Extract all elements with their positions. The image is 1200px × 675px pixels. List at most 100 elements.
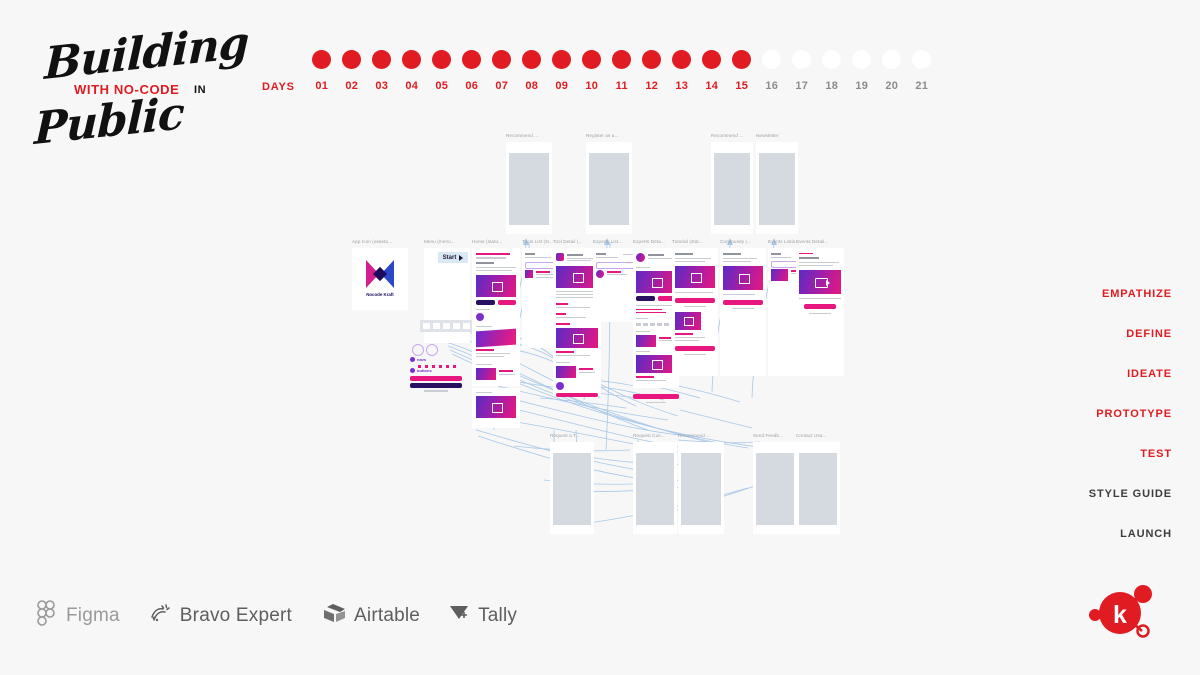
- day-item-02[interactable]: 02: [337, 48, 367, 92]
- tool-label: Figma: [66, 604, 120, 626]
- day-item-06[interactable]: 06: [457, 48, 487, 92]
- day-item-05[interactable]: 05: [427, 48, 457, 92]
- play-icon: [459, 254, 464, 261]
- day-item-13[interactable]: 13: [667, 48, 697, 92]
- brand-logo-line2: Public: [33, 87, 185, 156]
- canvas-frame-community: Community (...: [720, 239, 766, 376]
- tally-icon: [448, 602, 470, 629]
- day-number: 05: [435, 80, 449, 92]
- day-item-15[interactable]: 15: [727, 48, 757, 92]
- tool-tally[interactable]: Tally: [448, 602, 517, 629]
- day-item-20[interactable]: 20: [877, 48, 907, 92]
- day-item-16[interactable]: 16: [757, 48, 787, 92]
- day-item-09[interactable]: 09: [547, 48, 577, 92]
- day-item-11[interactable]: 11: [607, 48, 637, 92]
- day-item-18[interactable]: 18: [817, 48, 847, 92]
- day-number: 10: [585, 80, 599, 92]
- frame-label: Tool Detail (...: [553, 239, 583, 244]
- day-dot: [402, 50, 422, 69]
- day-item-04[interactable]: 04: [397, 48, 427, 92]
- tool-label: Bravo Expert: [179, 604, 293, 626]
- frame-label: Experts List...: [593, 239, 623, 244]
- day-dot: [672, 50, 692, 69]
- tool-label: Tally: [478, 604, 518, 626]
- day-item-10[interactable]: 10: [577, 48, 607, 92]
- day-number: 09: [555, 80, 569, 92]
- start-button-label[interactable]: Start: [443, 255, 457, 261]
- phase-item-test[interactable]: TEST: [1022, 448, 1172, 460]
- tool-airtable[interactable]: Airtable: [320, 602, 420, 629]
- phase-item-empathize[interactable]: EMPATHIZE: [1022, 288, 1172, 300]
- day-number: 13: [675, 80, 689, 92]
- frame-label: Community (...: [720, 239, 752, 244]
- day-dot: [762, 50, 782, 69]
- day-number: 20: [885, 80, 899, 92]
- component-swatches: navs buttons: [408, 344, 466, 394]
- brand-logo-line1: Building: [43, 17, 250, 90]
- day-item-17[interactable]: 17: [787, 48, 817, 92]
- design-canvas-screenshot: Recommend ... Register as a... Recommend…: [348, 130, 848, 540]
- canvas-frame-bottom: Recommend ...: [678, 433, 724, 534]
- kraft-logo: k: [1086, 581, 1158, 643]
- canvas-frame-home-cont: [472, 388, 520, 428]
- day-item-07[interactable]: 07: [487, 48, 517, 92]
- day-number: 11: [615, 80, 628, 92]
- day-item-08[interactable]: 08: [517, 48, 547, 92]
- phase-item-ideate[interactable]: IDEATE: [1022, 368, 1172, 380]
- day-item-21[interactable]: 21: [907, 48, 937, 92]
- figma-icon: [34, 600, 58, 631]
- day-number: 17: [795, 80, 809, 92]
- canvas-frame-top: Register as a...: [586, 133, 632, 234]
- frame-label: Contact Usa...: [796, 433, 827, 438]
- canvas-frame-bottom: Contact Usa...: [796, 433, 840, 534]
- canvas-frame-top: Recommend ...: [506, 133, 552, 234]
- day-dot: [732, 50, 752, 69]
- day-item-14[interactable]: 14: [697, 48, 727, 92]
- day-number: 01: [315, 80, 329, 92]
- canvas-frame-experts-list: Experts List...: [593, 239, 637, 322]
- frame-label: Experts Deta...: [633, 239, 665, 244]
- canvas-frame-events-detail: Events Detail...: [796, 239, 844, 376]
- day-dot: [852, 50, 872, 69]
- phase-item-style-guide[interactable]: STYLE GUIDE: [1022, 488, 1172, 500]
- day-dot: [342, 50, 362, 69]
- day-number: 03: [375, 80, 389, 92]
- canvas-frame-bottom: Request Cus...: [633, 433, 677, 534]
- phase-item-define[interactable]: DEFINE: [1022, 328, 1172, 340]
- day-dot: [882, 50, 902, 69]
- day-dot: [462, 50, 482, 69]
- day-item-01[interactable]: 01: [307, 48, 337, 92]
- day-dot: [822, 50, 842, 69]
- day-item-03[interactable]: 03: [367, 48, 397, 92]
- frame-label: Events Detail...: [796, 239, 829, 244]
- cta-button: [633, 394, 679, 399]
- day-number: 06: [465, 80, 479, 92]
- day-dot: [612, 50, 632, 69]
- frame-label: Request a T...: [550, 433, 580, 438]
- day-number: 19: [855, 80, 869, 92]
- phase-item-prototype[interactable]: PROTOTYPE: [1022, 408, 1172, 420]
- frame-label: Recommend ...: [711, 133, 744, 138]
- tools-footer: Figma Bravo Expert Airtable Tally: [34, 600, 517, 631]
- day-item-19[interactable]: 19: [847, 48, 877, 92]
- day-dot: [522, 50, 542, 69]
- day-dot: [792, 50, 812, 69]
- day-dot: [492, 50, 512, 69]
- bravo-icon: [148, 601, 172, 630]
- day-dot: [432, 50, 452, 69]
- canvas-frame-top: Recommend ...: [711, 133, 753, 234]
- tool-bravo-expert[interactable]: Bravo Expert: [148, 601, 292, 630]
- day-item-12[interactable]: 12: [637, 48, 667, 92]
- day-number: 04: [405, 80, 419, 92]
- canvas-frame-app-icon: App Icon (asseta... Nocode Kraft: [352, 239, 408, 310]
- canvas-frame-bottom: Request a T...: [550, 433, 594, 534]
- airtable-icon: [320, 602, 346, 629]
- day-number: 21: [915, 80, 929, 92]
- day-number: 15: [735, 80, 749, 92]
- phase-item-launch[interactable]: LAUNCH: [1022, 528, 1172, 540]
- day-number: 12: [645, 80, 659, 92]
- day-dot: [582, 50, 602, 69]
- frame-label: Menu (menu...: [424, 239, 455, 244]
- tool-figma[interactable]: Figma: [34, 600, 120, 631]
- frame-label: Recommend ...: [678, 433, 711, 438]
